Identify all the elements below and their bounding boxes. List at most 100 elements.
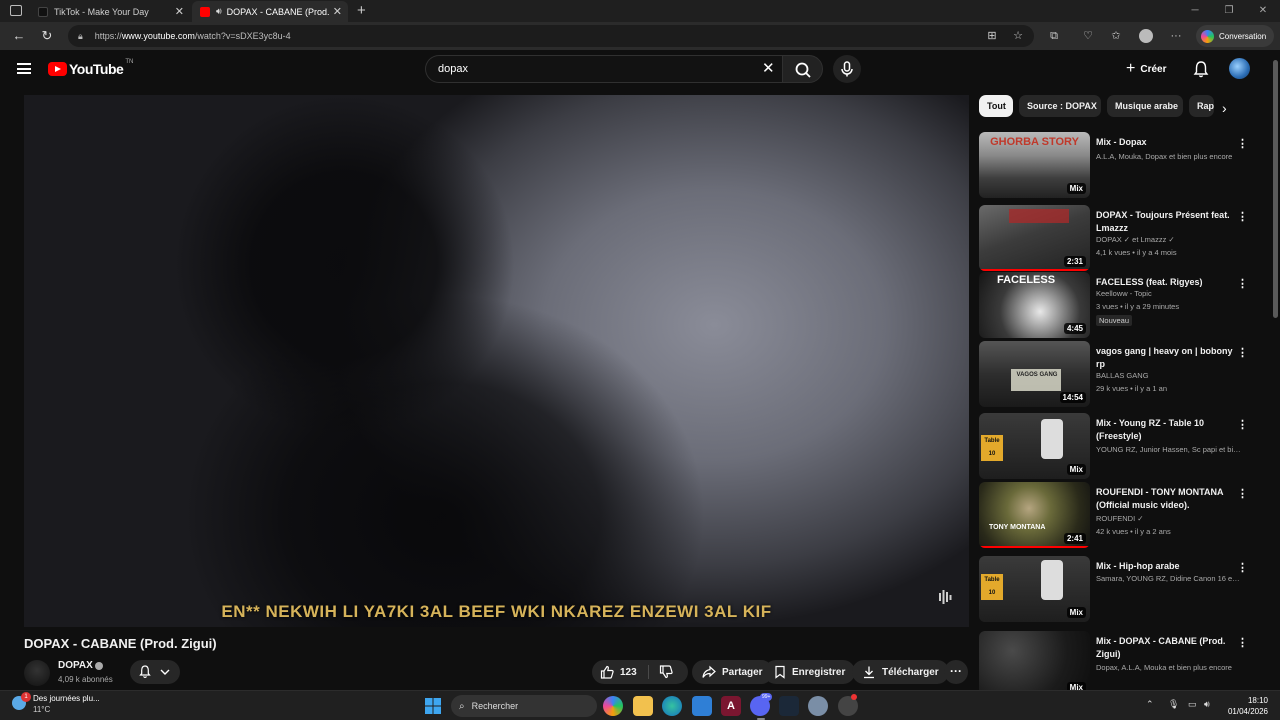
more-options-icon[interactable]: ⋮ xyxy=(1237,210,1248,223)
minimize-icon[interactable]: ─ xyxy=(1178,0,1212,22)
favorite-star-icon[interactable]: ☆ xyxy=(1011,29,1025,43)
taskbar-clock[interactable]: 18:10 01/04/2026 xyxy=(1226,695,1268,717)
download-label: Télécharger xyxy=(882,666,939,678)
recommendation-title[interactable]: Mix - Dopax xyxy=(1096,136,1234,149)
network-icon[interactable]: ▭ xyxy=(1188,699,1197,710)
close-tab-icon[interactable]: ✕ xyxy=(175,5,184,18)
clear-search-icon[interactable]: ✕ xyxy=(762,60,775,78)
chip-source-dopax[interactable]: Source : DOPAX xyxy=(1019,95,1101,117)
voice-search-button[interactable] xyxy=(833,55,861,83)
download-button[interactable]: Télécharger xyxy=(852,660,949,684)
recommendation-item[interactable]: Table 10 Mix Mix - Hip-hop arabe Samara,… xyxy=(979,556,1249,622)
store-icon[interactable] xyxy=(692,696,712,716)
notifications-bell-icon[interactable] xyxy=(1193,60,1209,78)
extensions-icon[interactable]: ⧉ xyxy=(1047,29,1061,43)
restore-icon[interactable]: ❐ xyxy=(1212,0,1246,22)
search-button[interactable] xyxy=(782,55,823,83)
new-tab-button[interactable]: + xyxy=(357,2,366,19)
subscription-notifications-button[interactable] xyxy=(130,660,180,684)
video-player[interactable]: EN** NEKWIH LI YA7KI 3AL BEEF WKI NKAREZ… xyxy=(24,95,969,627)
back-icon[interactable]: ← xyxy=(11,28,27,44)
edge-icon[interactable] xyxy=(662,696,682,716)
refresh-icon[interactable]: ↻ xyxy=(39,28,55,44)
weather-badge: 1 xyxy=(21,692,31,702)
share-button[interactable]: Partager xyxy=(692,660,773,684)
favorites-icon[interactable]: ✩ xyxy=(1109,29,1123,43)
account-avatar[interactable] xyxy=(1229,58,1250,79)
file-explorer-icon[interactable] xyxy=(633,696,653,716)
tray-overflow-icon[interactable]: ⌃ xyxy=(1146,699,1154,710)
app-available-icon[interactable]: ⊞ xyxy=(985,29,999,43)
scrollbar-thumb[interactable] xyxy=(1273,60,1278,318)
recommendation-item[interactable]: 2:31 DOPAX - Toujours Présent feat. Lmaz… xyxy=(979,205,1249,271)
tab-tiktok[interactable]: TikTok - Make Your Day ✕ xyxy=(30,1,190,22)
recommendation-item[interactable]: Table 10 Mix Mix - Young RZ - Table 10 (… xyxy=(979,413,1249,479)
more-options-icon[interactable]: ⋮ xyxy=(1237,346,1248,359)
recommendation-title[interactable]: Mix - DOPAX - CABANE (Prod. Zigui) xyxy=(1096,635,1234,661)
weather-title: Des journées plu... xyxy=(33,694,100,703)
taskbar-search[interactable]: ⌕ Rechercher xyxy=(451,695,597,717)
copilot-icon[interactable] xyxy=(603,696,623,716)
video-thumbnail[interactable]: TONY MONTANA 2:41 xyxy=(979,482,1090,548)
video-thumbnail[interactable]: VAGOS GANG 14:54 xyxy=(979,341,1090,407)
more-options-icon[interactable]: ⋮ xyxy=(1237,561,1248,574)
search-input[interactable]: dopax xyxy=(425,55,782,83)
recommendation-title[interactable]: vagos gang | heavy on | bobony rp xyxy=(1096,345,1234,371)
tab-actions-icon[interactable] xyxy=(10,5,22,16)
more-options-icon[interactable]: ⋮ xyxy=(1237,277,1248,290)
tab-youtube[interactable]: 🔊︎ DOPAX - CABANE (Prod. Zig ✕ xyxy=(192,1,348,22)
dislike-button[interactable] xyxy=(650,660,688,684)
chip-rap[interactable]: Rap xyxy=(1189,95,1214,117)
more-actions-button[interactable]: ··· xyxy=(944,660,968,684)
steam-icon[interactable] xyxy=(779,696,799,716)
more-options-icon[interactable]: ⋮ xyxy=(1237,418,1248,431)
chip-tout[interactable]: Tout xyxy=(979,95,1013,117)
channel-avatar[interactable] xyxy=(24,660,50,686)
app-a-icon[interactable]: A xyxy=(721,696,741,716)
recommendation-item[interactable]: FACELESS 4:45 FACELESS (feat. Rigyes) Ke… xyxy=(979,272,1249,338)
more-options-icon[interactable]: ⋮ xyxy=(1237,487,1248,500)
weather-widget[interactable]: Des journées plu... 11°C xyxy=(33,694,100,714)
close-window-icon[interactable]: ✕ xyxy=(1246,0,1280,22)
profile-icon[interactable] xyxy=(1139,29,1153,43)
video-thumbnail[interactable]: Table 10 Mix xyxy=(979,413,1090,479)
recommendation-item[interactable]: Mix Mix - DOPAX - CABANE (Prod. Zigui) D… xyxy=(979,631,1249,690)
youtube-logo[interactable]: YouTube TN xyxy=(48,59,133,77)
create-button[interactable]: + Créer xyxy=(1126,59,1166,79)
video-thumbnail[interactable]: FACELESS 4:45 xyxy=(979,272,1090,338)
conversation-button[interactable]: Conversation xyxy=(1196,25,1274,47)
recommendation-title[interactable]: ROUFENDI - TONY MONTANA (Official music … xyxy=(1096,486,1234,512)
recommendation-item[interactable]: VAGOS GANG 14:54 vagos gang | heavy on |… xyxy=(979,341,1249,407)
menu-icon[interactable] xyxy=(17,63,31,74)
microphone-tray-icon[interactable]: 🎙︎ xyxy=(1168,699,1179,710)
page-scrollbar[interactable] xyxy=(1271,50,1280,690)
site-info-icon[interactable]: 🔒︎ xyxy=(78,31,83,42)
recommendation-channel: ROUFENDI ✓ xyxy=(1096,514,1144,523)
video-thumbnail[interactable]: Mix xyxy=(979,631,1090,690)
channel-name[interactable]: DOPAX xyxy=(58,660,93,671)
video-thumbnail[interactable]: 2:31 xyxy=(979,205,1090,271)
settings-more-icon[interactable]: ··· xyxy=(1169,29,1183,43)
like-button[interactable]: 123 xyxy=(592,660,648,684)
browser-essentials-icon[interactable]: ♡ xyxy=(1081,29,1095,43)
close-tab-icon[interactable]: ✕ xyxy=(333,5,342,18)
youtube-play-icon xyxy=(48,62,67,76)
recommendation-item[interactable]: TONY MONTANA 2:41 ROUFENDI - TONY MONTAN… xyxy=(979,482,1249,548)
chevron-right-icon[interactable]: › xyxy=(1222,100,1227,116)
url-field[interactable]: 🔒︎ https://www.youtube.com/watch?v=sDXE3… xyxy=(68,25,1034,47)
recommendation-item[interactable]: GHORBA STORY Mix Mix - Dopax A.L.A, Mouk… xyxy=(979,132,1249,198)
windows-start-icon[interactable] xyxy=(425,698,441,714)
recommendation-title[interactable]: DOPAX - Toujours Présent feat. Lmazzz xyxy=(1096,209,1234,235)
save-button[interactable]: Enregistrer xyxy=(764,660,856,684)
recommendation-title[interactable]: FACELESS (feat. Rigyes) xyxy=(1096,276,1234,289)
chip-musique-arabe[interactable]: Musique arabe xyxy=(1107,95,1183,117)
recommendation-title[interactable]: Mix - Young RZ - Table 10 (Freestyle) xyxy=(1096,417,1234,443)
speaker-icon[interactable]: 🔊︎ xyxy=(216,6,222,17)
settings-icon[interactable] xyxy=(808,696,828,716)
video-thumbnail[interactable]: GHORBA STORY Mix xyxy=(979,132,1090,198)
more-options-icon[interactable]: ⋮ xyxy=(1237,636,1248,649)
more-options-icon[interactable]: ⋮ xyxy=(1237,137,1248,150)
video-thumbnail[interactable]: Table 10 Mix xyxy=(979,556,1090,622)
recommendation-title[interactable]: Mix - Hip-hop arabe xyxy=(1096,560,1234,573)
volume-icon[interactable]: 🔊︎ xyxy=(1204,699,1210,710)
